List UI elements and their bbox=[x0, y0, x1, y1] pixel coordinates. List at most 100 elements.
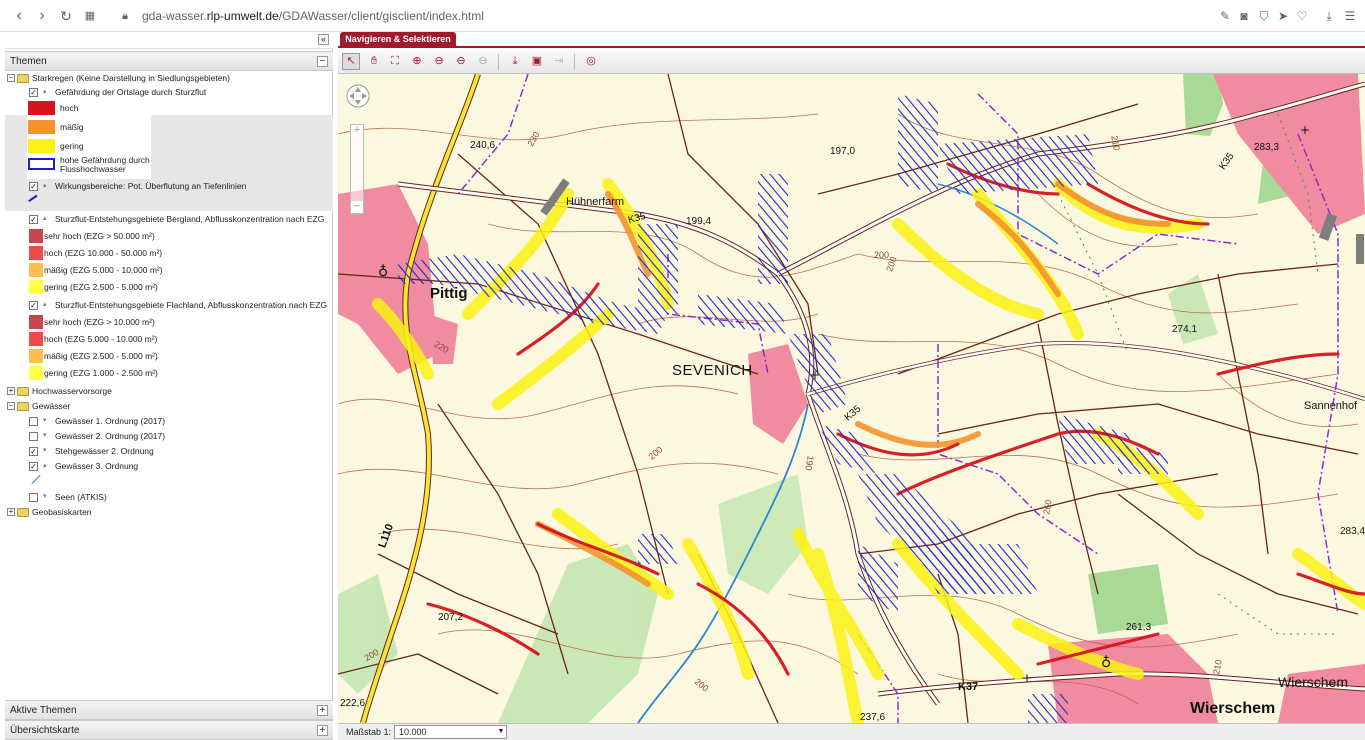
legend-swatch-flusshochwasser bbox=[28, 158, 55, 170]
chevron-down-icon[interactable]: ▾ bbox=[43, 414, 47, 428]
zoom-next-icon[interactable]: ⊖ bbox=[474, 53, 492, 70]
zoom-in-icon[interactable]: ⊕ bbox=[408, 53, 426, 70]
export-icon[interactable]: ⇥ bbox=[550, 53, 568, 70]
tab-navigieren[interactable]: Navigieren & Selektieren bbox=[340, 32, 456, 48]
select-info-icon[interactable]: ↖ bbox=[342, 53, 360, 70]
legend-swatch bbox=[29, 315, 43, 329]
height-label: 274,1 bbox=[1172, 324, 1198, 335]
chevron-up-icon[interactable]: ▴ bbox=[43, 85, 47, 99]
edit-icon[interactable]: ✎ bbox=[1218, 9, 1232, 23]
camera-icon[interactable]: ◙ bbox=[1237, 9, 1251, 23]
folder-icon bbox=[17, 74, 29, 83]
chevron-up-icon[interactable]: ▴ bbox=[43, 212, 47, 226]
lock-icon: 🔒︎ bbox=[122, 10, 128, 22]
svg-text:♁: ♁ bbox=[378, 264, 388, 280]
status-bar: Maßstab 1: 10.000 ▼ bbox=[338, 723, 1365, 740]
send-icon[interactable]: ➤ bbox=[1276, 9, 1290, 23]
expand-icon[interactable]: + bbox=[7, 387, 15, 395]
layer-checkbox[interactable] bbox=[29, 417, 38, 426]
expand-uebersichtskarte-button[interactable]: + bbox=[317, 725, 328, 736]
chevron-down-icon[interactable]: ▾ bbox=[43, 429, 47, 443]
layer-checkbox[interactable]: ✓ bbox=[29, 447, 38, 456]
back-icon[interactable]: ‹ bbox=[10, 7, 28, 25]
collapse-icon[interactable]: − bbox=[7, 74, 15, 82]
tree-node-starkregen[interactable]: − Starkregen (Keine Darstellung in Siedl… bbox=[5, 71, 333, 85]
expand-icon[interactable]: + bbox=[7, 508, 15, 516]
layer-checkbox[interactable]: ✓ bbox=[29, 462, 38, 471]
legend-swatch-gering bbox=[28, 139, 55, 153]
height-label: 283,4 bbox=[1340, 526, 1365, 537]
scale-dropdown[interactable]: 10.000 ▼ bbox=[394, 725, 507, 739]
legend-swatch-hoch bbox=[28, 101, 55, 115]
layer-gewaesser-3-ordnung[interactable]: ✓ ▴ Gewässer 3. Ordnung bbox=[5, 459, 333, 473]
pan-hand-icon[interactable]: ✋︎ bbox=[365, 53, 383, 70]
layer-checkbox[interactable] bbox=[29, 493, 38, 502]
legend-swatch bbox=[29, 366, 43, 380]
chevron-up-icon[interactable]: ▴ bbox=[43, 298, 47, 312]
zoom-minus-icon[interactable]: − bbox=[351, 201, 363, 213]
expand-aktive-themen-button[interactable]: + bbox=[317, 705, 328, 716]
zoom-previous-icon[interactable]: ⊖ bbox=[452, 53, 470, 70]
download-map-icon[interactable]: ⤓ bbox=[506, 53, 524, 70]
layer-seen-atkis[interactable]: ▾ Seen (ATKIS) bbox=[5, 490, 333, 504]
chevron-down-icon[interactable]: ▾ bbox=[43, 444, 47, 458]
chevron-up-icon[interactable]: ▴ bbox=[43, 459, 47, 473]
tabs-grid-icon[interactable]: ▦ bbox=[81, 7, 99, 25]
place-label-sevenich: SEVENICH bbox=[672, 362, 753, 379]
tree-node-geobasiskarten[interactable]: + Geobasiskarten bbox=[5, 505, 333, 519]
svg-text:+: + bbox=[1300, 123, 1310, 137]
chevron-down-icon[interactable]: ▾ bbox=[43, 490, 47, 504]
print-area-icon[interactable]: ▣ bbox=[528, 53, 546, 70]
collapse-themes-button[interactable]: − bbox=[317, 56, 328, 67]
layer-sturzflut-bergland[interactable]: ✓ ▴ Sturzflut-Entstehungsgebiete Berglan… bbox=[5, 212, 333, 226]
url-prefix: gda-wasser. bbox=[142, 9, 207, 23]
map-canvas[interactable]: ♁ ♁ + + + Hühnerfarm K35 K35 K35 K37 L11… bbox=[338, 74, 1365, 723]
tree-node-hochwasservorsorge[interactable]: + Hochwasservorsorge bbox=[5, 384, 333, 398]
height-label: 283,3 bbox=[1254, 142, 1280, 153]
height-label: 207,2 bbox=[438, 612, 464, 623]
collapse-panel-icon[interactable]: « bbox=[318, 34, 329, 45]
place-label-pittig: Pittig bbox=[430, 285, 468, 302]
pan-control-icon[interactable] bbox=[346, 84, 370, 108]
forward-icon[interactable]: › bbox=[33, 7, 51, 25]
tree-node-gewaesser[interactable]: − Gewässer bbox=[5, 399, 333, 413]
tree-label: Gewässer 3. Ordnung bbox=[55, 461, 139, 471]
layer-checkbox[interactable]: ✓ bbox=[29, 182, 38, 191]
themes-header[interactable]: Themen − bbox=[5, 51, 333, 71]
height-label: 240,6 bbox=[470, 140, 496, 151]
url-path: /GDAWasser/client/gisclient/index.html bbox=[278, 9, 484, 23]
layer-gefaehrdung-ortslage[interactable]: ✓ ▴ Gefährdung der Ortslage durch Sturzf… bbox=[5, 85, 333, 99]
layer-checkbox[interactable]: ✓ bbox=[29, 301, 38, 310]
download-icon[interactable]: ⤓ bbox=[1322, 9, 1336, 23]
chevron-down-icon[interactable]: ▼ bbox=[496, 726, 506, 738]
tree-label: Gewässer 1. Ordnung (2017) bbox=[55, 416, 166, 426]
layer-checkbox[interactable]: ✓ bbox=[29, 215, 38, 224]
address-bar[interactable]: gda-wasser.rlp-umwelt.de/GDAWasser/clien… bbox=[142, 9, 484, 23]
zoom-plus-icon[interactable]: + bbox=[351, 125, 363, 137]
legend-label: gering (EZG 1.000 - 2.500 m²) bbox=[44, 368, 158, 378]
zoom-extent-icon[interactable]: ⛶ bbox=[386, 53, 404, 70]
place-label-wierschem: Wierschem bbox=[1278, 674, 1349, 690]
legend-label: mäßig (EZG 2.500 - 5.000 m²) bbox=[44, 351, 158, 361]
layer-stehgewaesser[interactable]: ✓ ▾ Stehgewässer 2. Ordnung bbox=[5, 444, 333, 458]
zoom-out-icon[interactable]: ⊖ bbox=[430, 53, 448, 70]
zoom-slider[interactable]: + − bbox=[350, 124, 364, 214]
collapse-icon[interactable]: − bbox=[7, 402, 15, 410]
uebersichtskarte-header[interactable]: Übersichtskarte + bbox=[5, 720, 333, 740]
aktive-themen-header[interactable]: Aktive Themen + bbox=[5, 700, 333, 720]
binoculars-icon[interactable]: ◎ bbox=[582, 53, 600, 70]
menu-icon[interactable]: ☰ bbox=[1343, 9, 1357, 23]
layer-sturzflut-flachland[interactable]: ✓ ▴ Sturzflut-Entstehungsgebiete Flachla… bbox=[5, 298, 333, 312]
legend-swatch bbox=[29, 349, 43, 363]
layer-gewaesser-2-ordnung[interactable]: ▾ Gewässer 2. Ordnung (2017) bbox=[5, 429, 333, 443]
shield-icon[interactable]: ⛉ bbox=[1257, 9, 1271, 23]
reload-icon[interactable]: ↻ bbox=[57, 7, 75, 25]
tree-label: Starkregen (Keine Darstellung in Siedlun… bbox=[32, 73, 230, 83]
heart-icon[interactable]: ♡ bbox=[1295, 9, 1309, 23]
chevron-up-icon[interactable]: ▴ bbox=[43, 179, 47, 193]
layer-wirkungsbereiche[interactable]: ✓ ▴ Wirkungsbereiche: Pot. Überflutung a… bbox=[5, 179, 333, 193]
layer-checkbox[interactable] bbox=[29, 432, 38, 441]
layer-checkbox[interactable]: ✓ bbox=[29, 88, 38, 97]
layer-gewaesser-1-ordnung[interactable]: ▾ Gewässer 1. Ordnung (2017) bbox=[5, 414, 333, 428]
height-label: 222,6 bbox=[340, 698, 366, 709]
